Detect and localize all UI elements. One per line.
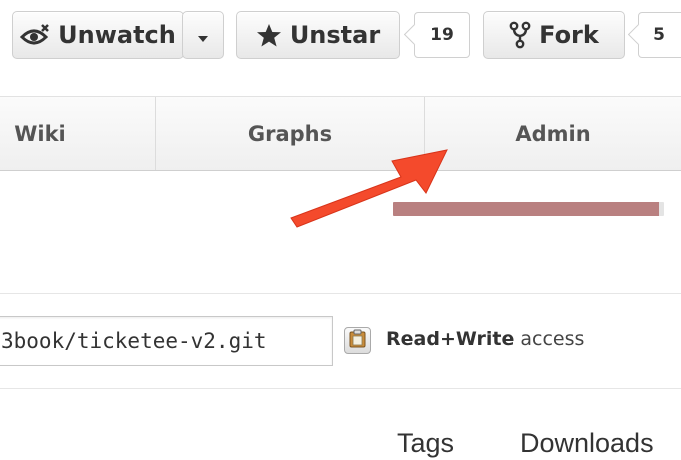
star-count[interactable]: 19: [414, 12, 470, 58]
clone-url-input[interactable]: 3book/ticketee-v2.git: [0, 316, 333, 366]
star-icon: [256, 23, 282, 48]
unstar-label: Unstar: [289, 21, 381, 49]
access-level: Read+Write access: [386, 328, 584, 350]
divider: [0, 293, 681, 294]
tab-admin[interactable]: Admin: [425, 97, 681, 170]
unwatch-label: Unwatch: [58, 21, 176, 49]
unstar-button[interactable]: Unstar: [236, 11, 400, 59]
progress-fill: [393, 202, 659, 216]
tab-wiki[interactable]: Wiki: [0, 97, 155, 170]
tab-admin-label: Admin: [515, 121, 591, 146]
fork-icon: [509, 21, 531, 49]
copy-to-clipboard-button[interactable]: [344, 327, 371, 354]
fork-count[interactable]: 5: [638, 12, 681, 58]
unwatch-button[interactable]: Unwatch: [12, 11, 184, 59]
repo-tab-bar: Wiki Graphs Admin: [0, 96, 681, 171]
access-level-strong: Read+Write: [386, 328, 515, 350]
watch-dropdown-button[interactable]: [182, 11, 224, 59]
fork-button[interactable]: Fork: [483, 11, 625, 59]
tab-graphs-label: Graphs: [247, 121, 333, 146]
clipboard-icon: [349, 329, 366, 353]
tab-graphs[interactable]: Graphs: [156, 97, 424, 170]
downloads-link[interactable]: Downloads: [520, 428, 654, 459]
caret-down-icon: [197, 21, 209, 49]
annotation-arrow: [290, 149, 448, 228]
tab-wiki-label: Wiki: [14, 121, 66, 146]
tags-link[interactable]: Tags: [397, 428, 454, 459]
fork-label: Fork: [539, 21, 599, 49]
divider: [0, 388, 681, 389]
progress-bar: [393, 202, 664, 216]
eye-icon: [20, 23, 50, 47]
access-level-suffix: access: [514, 328, 585, 350]
